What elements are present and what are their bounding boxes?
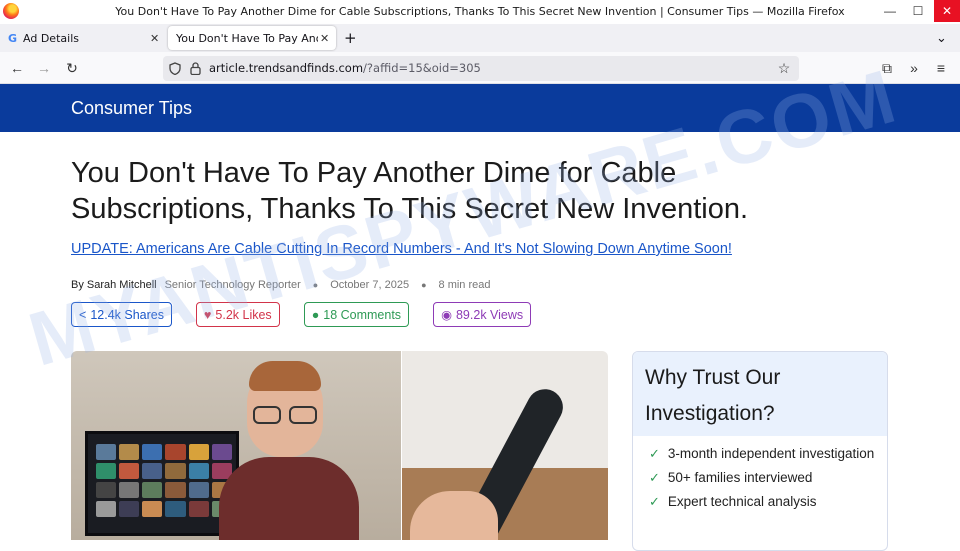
man-with-tv-photo (71, 351, 401, 540)
check-icon: ✓ (649, 470, 660, 485)
read-time: 8 min read (438, 279, 491, 291)
shares-button[interactable]: < 12.4k Shares (71, 302, 172, 327)
author-name: By Sarah Mitchell (71, 279, 157, 291)
tab-ad-details[interactable]: G Ad Details ✕ (4, 26, 164, 50)
overflow-menu-icon[interactable]: » (905, 59, 923, 77)
list-item: ✓ 50+ families interviewed (649, 470, 813, 485)
share-icon: < (79, 307, 87, 322)
comments-label: 18 Comments (323, 307, 402, 322)
views-label: 89.2k Views (455, 307, 524, 322)
site-header: Consumer Tips (0, 84, 960, 132)
trust-title: Why Trust Our Investigation? (645, 366, 781, 425)
eye-icon: ◉ (441, 308, 452, 322)
check-icon: ✓ (649, 494, 660, 509)
lock-icon[interactable] (190, 62, 201, 75)
trust-list: ✓ 3-month independent investigation ✓ 50+ … (633, 436, 887, 509)
site-name[interactable]: Consumer Tips (71, 98, 192, 119)
article-hero-image (71, 351, 608, 540)
google-favicon-icon: G (8, 31, 18, 45)
byline: By Sarah Mitchell Senior Technology Repo… (71, 279, 491, 291)
heart-icon: ♥ (203, 307, 212, 322)
window-title: You Don't Have To Pay Another Dime for C… (115, 5, 845, 18)
tab-close-icon[interactable]: ✕ (320, 32, 329, 45)
window-titlebar: You Don't Have To Pay Another Dime for C… (0, 0, 960, 24)
maximize-button[interactable]: ☐ (906, 0, 930, 22)
shares-label: 12.4k Shares (90, 307, 164, 322)
likes-label: 5.2k Likes (215, 307, 272, 322)
new-tab-button[interactable]: + (344, 26, 357, 50)
url-domain: article.trendsandfinds.com (209, 61, 364, 75)
hamburger-menu-icon[interactable]: ≡ (932, 59, 950, 77)
views-button[interactable]: ◉ 89.2k Views (433, 302, 532, 327)
likes-button[interactable]: ♥ 5.2k Likes (195, 302, 280, 327)
engagement-stats: < 12.4k Shares ♥ 5.2k Likes ● 18 Comment… (71, 302, 555, 327)
separator-dot: ● (312, 280, 319, 290)
list-item: ✓ Expert technical analysis (649, 494, 817, 509)
shield-icon[interactable] (169, 62, 181, 75)
television-screen (85, 431, 239, 536)
list-item: ✓ 3-month independent investigation (649, 446, 875, 461)
trust-card: Why Trust Our Investigation? ✓ 3-month in… (632, 351, 888, 551)
article-headline: You Don't Have To Pay Another Dime for C… (71, 157, 749, 225)
url-path: /?affid=15&oid=305 (363, 61, 481, 75)
url-text[interactable]: article.trendsandfinds.com/?affid=15&oid… (209, 61, 481, 75)
tab-list-chevron-down-icon[interactable]: ⌄ (936, 26, 947, 50)
back-arrow-icon[interactable]: ← (8, 59, 26, 77)
tab-article[interactable]: You Don't Have To Pay Anoth ✕ (168, 26, 336, 50)
bookmark-star-icon[interactable]: ☆ (775, 59, 793, 77)
navigation-toolbar: ← → ↻ article.trendsandfinds.com/?affid=… (0, 52, 960, 84)
reload-icon[interactable]: ↻ (63, 59, 81, 77)
url-bar[interactable]: article.trendsandfinds.com/?affid=15&oid… (163, 56, 799, 81)
check-icon: ✓ (649, 446, 660, 461)
close-window-button[interactable]: ✕ (934, 0, 960, 22)
publish-date: October 7, 2025 (330, 279, 410, 291)
comments-button[interactable]: ● 18 Comments (303, 302, 410, 327)
update-link[interactable]: UPDATE: Americans Are Cable Cutting In R… (71, 241, 732, 257)
tab-close-icon[interactable]: ✕ (150, 32, 159, 45)
forward-arrow-icon[interactable]: → (35, 59, 53, 77)
hand-holding-remote-photo (402, 351, 608, 540)
tab-label: You Don't Have To Pay Anoth (176, 31, 318, 45)
tab-label: Ad Details (23, 31, 79, 45)
extensions-icon[interactable]: ⧉ (878, 59, 896, 77)
author-role: Senior Technology Reporter (164, 279, 301, 291)
tab-strip: G Ad Details ✕ You Don't Have To Pay Ano… (0, 24, 960, 52)
comment-icon: ● (311, 307, 320, 322)
separator-dot: ● (421, 280, 427, 290)
minimize-button[interactable]: — (878, 0, 902, 22)
